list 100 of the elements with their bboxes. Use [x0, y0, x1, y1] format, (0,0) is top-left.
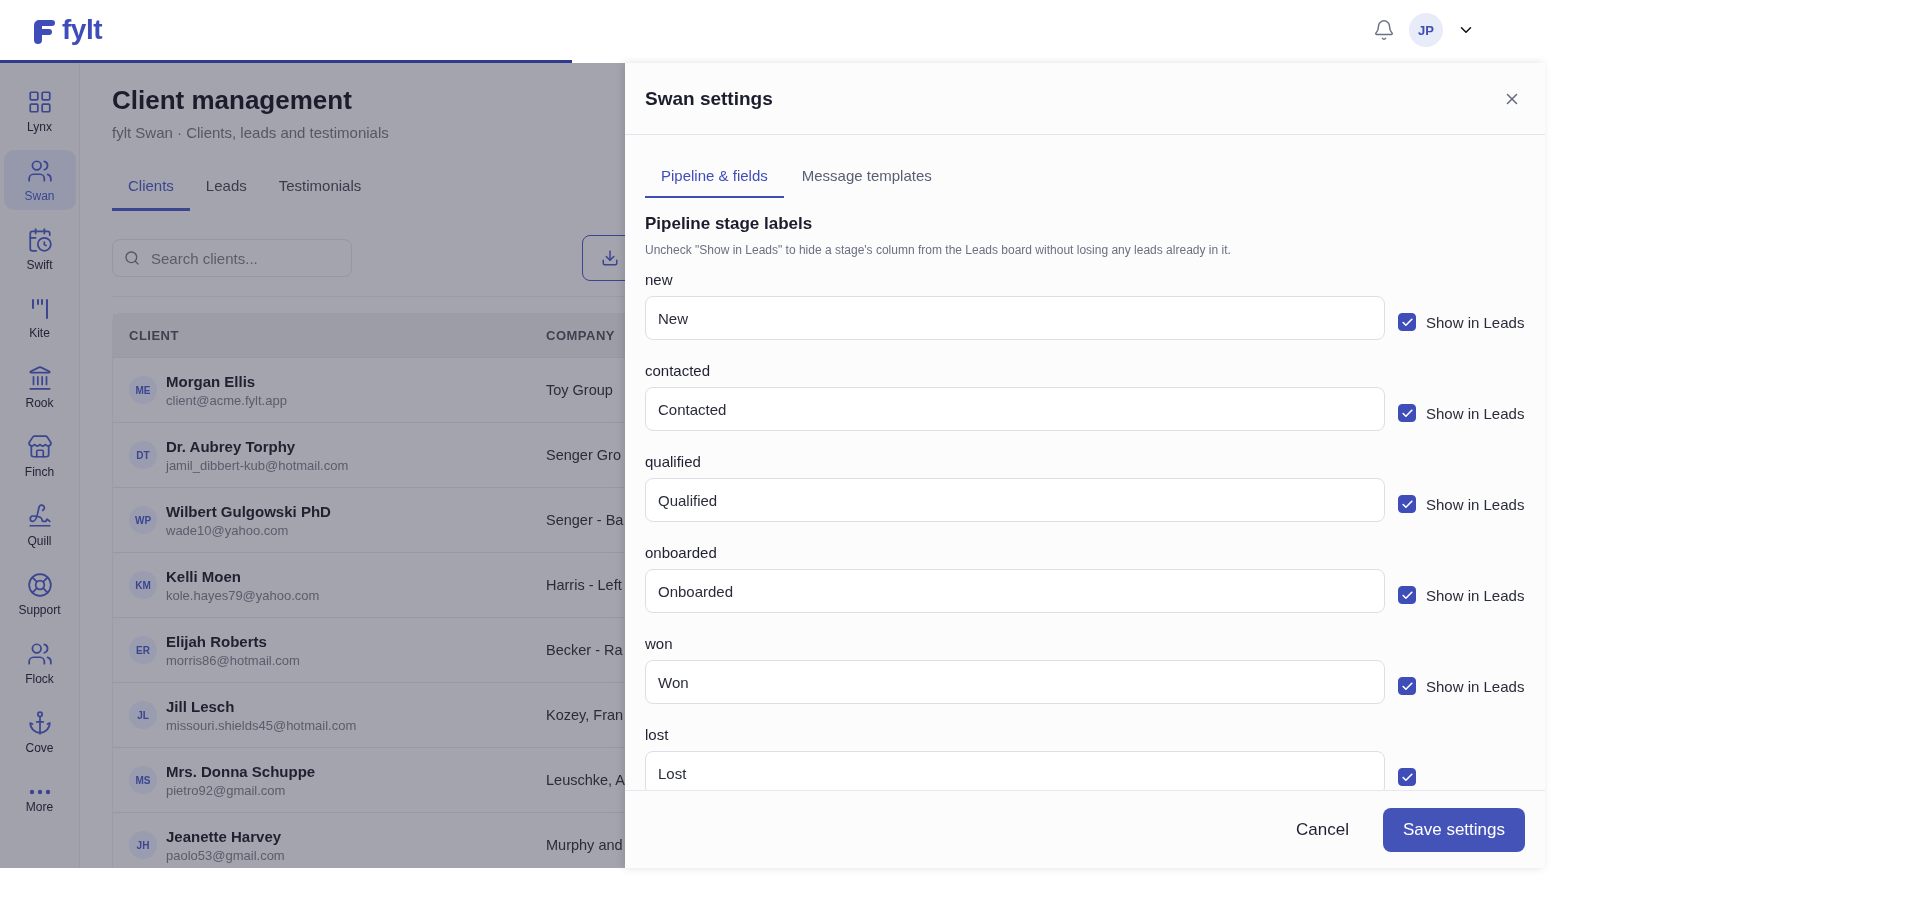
stage-label: won — [645, 635, 674, 652]
nav-icon — [26, 571, 53, 598]
column-header: COMPANY — [546, 328, 616, 343]
tab[interactable]: Pipeline & fields — [645, 157, 784, 198]
input-field[interactable]: Lost — [645, 751, 1385, 790]
checkbox-label: Show in Leads — [1426, 495, 1525, 513]
checkbox[interactable] — [1398, 677, 1416, 695]
initials-avatar: ER — [129, 636, 157, 664]
sidebar-item[interactable]: Rook — [3, 357, 76, 417]
client-name: Wilbert Gulgowski PhD — [166, 502, 331, 520]
client-name: Mrs. Donna Schuppe — [166, 762, 316, 780]
notification-bell-icon[interactable] — [1373, 19, 1395, 41]
tab[interactable]: Leads — [189, 167, 263, 211]
nav-icon — [26, 709, 53, 736]
sidebar-item[interactable]: Swift — [3, 219, 76, 279]
checkbox[interactable] — [1398, 404, 1416, 422]
save-settings-button[interactable]: Save settings — [1382, 807, 1525, 852]
company-cell: Senger - Ba — [546, 512, 625, 528]
initials-avatar: WP — [129, 506, 157, 534]
nav-icon — [26, 502, 53, 529]
initials-avatar: MS — [129, 766, 157, 794]
logo-text: fylt — [62, 14, 102, 46]
check-icon — [1400, 770, 1414, 784]
panel-title: Swan settings — [645, 87, 774, 110]
sidebar-item[interactable]: Lynx — [3, 81, 76, 141]
client-email: client@acme.fylt.app — [166, 392, 287, 408]
checkbox-label: Show in Leads — [1426, 404, 1525, 422]
client-name: Elijah Roberts — [166, 632, 268, 650]
initials-avatar: ME — [129, 376, 157, 404]
input-field[interactable]: New — [645, 296, 1385, 340]
initials-avatar: KM — [129, 571, 157, 599]
client-name: Jill Lesch — [166, 697, 236, 715]
checkbox[interactable] — [1398, 313, 1416, 331]
section-description: Uncheck "Show in Leads" to hide a stage's column from the Leads board without losing any leads already in it. — [645, 243, 1232, 257]
tab[interactable]: Message templates — [785, 157, 948, 198]
client-email: wade10@yahoo.com — [166, 522, 290, 538]
search-field[interactable]: Search clients... — [112, 239, 352, 277]
download-icon — [601, 249, 619, 267]
nav-icon — [26, 640, 53, 667]
page-title: Client management — [112, 85, 353, 116]
initials-avatar: JH — [129, 831, 157, 859]
sidebar-item[interactable]: Flock — [3, 633, 76, 693]
check-icon — [1400, 588, 1414, 602]
tab[interactable]: Clients — [112, 167, 190, 211]
stage-label: contacted — [645, 362, 712, 379]
client-email: morris86@hotmail.com — [166, 652, 300, 668]
checkbox[interactable] — [1398, 495, 1416, 513]
initials-avatar: JL — [129, 701, 157, 729]
column-header: CLIENT — [129, 328, 180, 343]
checkbox-label: Show in Leads — [1426, 313, 1525, 331]
checkbox-label: Show in Leads — [1426, 586, 1525, 604]
user-avatar[interactable]: JP — [1409, 13, 1443, 47]
section-title: Pipeline stage labels — [645, 214, 814, 234]
check-icon — [1400, 497, 1414, 511]
company-cell-text: Toy Group — [546, 382, 614, 398]
client-email: pietro92@gmail.com — [166, 782, 287, 798]
stage-label: qualified — [645, 453, 702, 470]
company-cell-text: Harris - Left — [546, 577, 623, 593]
page-subtitle: fylt Swan · Clients, leads and testimonials — [112, 124, 390, 141]
sidebar-item[interactable]: Finch — [3, 426, 76, 486]
client-name: Kelli Moen — [166, 567, 242, 585]
company-cell: Kozey, Fran — [546, 707, 625, 723]
check-icon — [1400, 315, 1414, 329]
company-cell-text: Murphy and — [546, 837, 624, 853]
sidebar-item[interactable]: Cove — [3, 702, 76, 762]
nav-icon — [26, 88, 53, 115]
check-icon — [1400, 406, 1414, 420]
input-field[interactable]: Won — [645, 660, 1385, 704]
tab[interactable]: Testimonials — [262, 167, 378, 211]
checkbox[interactable] — [1398, 586, 1416, 604]
input-field[interactable]: Qualified — [645, 478, 1385, 522]
stage-label: onboarded — [645, 544, 718, 561]
company-cell: Leuschke, A — [546, 772, 625, 788]
cancel-button[interactable]: Cancel — [1284, 809, 1361, 850]
search-icon — [124, 250, 140, 266]
sidebar-item[interactable]: Support — [3, 564, 76, 624]
client-email: missouri.shields45@hotmail.com — [166, 717, 357, 733]
stage-label: new — [645, 271, 674, 288]
checkbox-label: Show in Leads — [1426, 677, 1525, 695]
nav-icon — [26, 364, 53, 391]
sidebar-item[interactable]: Swan — [3, 150, 76, 210]
sidebar-item[interactable]: More — [3, 771, 76, 831]
client-name: Jeanette Harvey — [166, 827, 283, 845]
input-field[interactable]: Contacted — [645, 387, 1385, 431]
nav-icon — [26, 226, 53, 253]
check-icon — [1400, 679, 1414, 693]
company-cell-text: Senger Gro — [546, 447, 622, 463]
client-email: jamil_dibbert-kub@hotmail.com — [166, 457, 349, 473]
dots-icon — [28, 788, 51, 795]
checkbox[interactable] — [1398, 768, 1416, 786]
client-email: paolo53@gmail.com — [166, 847, 285, 863]
nav-icon — [26, 433, 53, 460]
client-email: kole.hayes79@yahoo.com — [166, 587, 320, 603]
sidebar-item[interactable]: Kite — [3, 288, 76, 348]
client-name: Morgan Ellis — [166, 372, 257, 390]
input-field[interactable]: Onboarded — [645, 569, 1385, 613]
nav-icon — [26, 157, 53, 184]
company-cell-text: Becker - Ra — [546, 642, 624, 658]
initials-avatar: DT — [129, 441, 157, 469]
sidebar-item[interactable]: Quill — [3, 495, 76, 555]
